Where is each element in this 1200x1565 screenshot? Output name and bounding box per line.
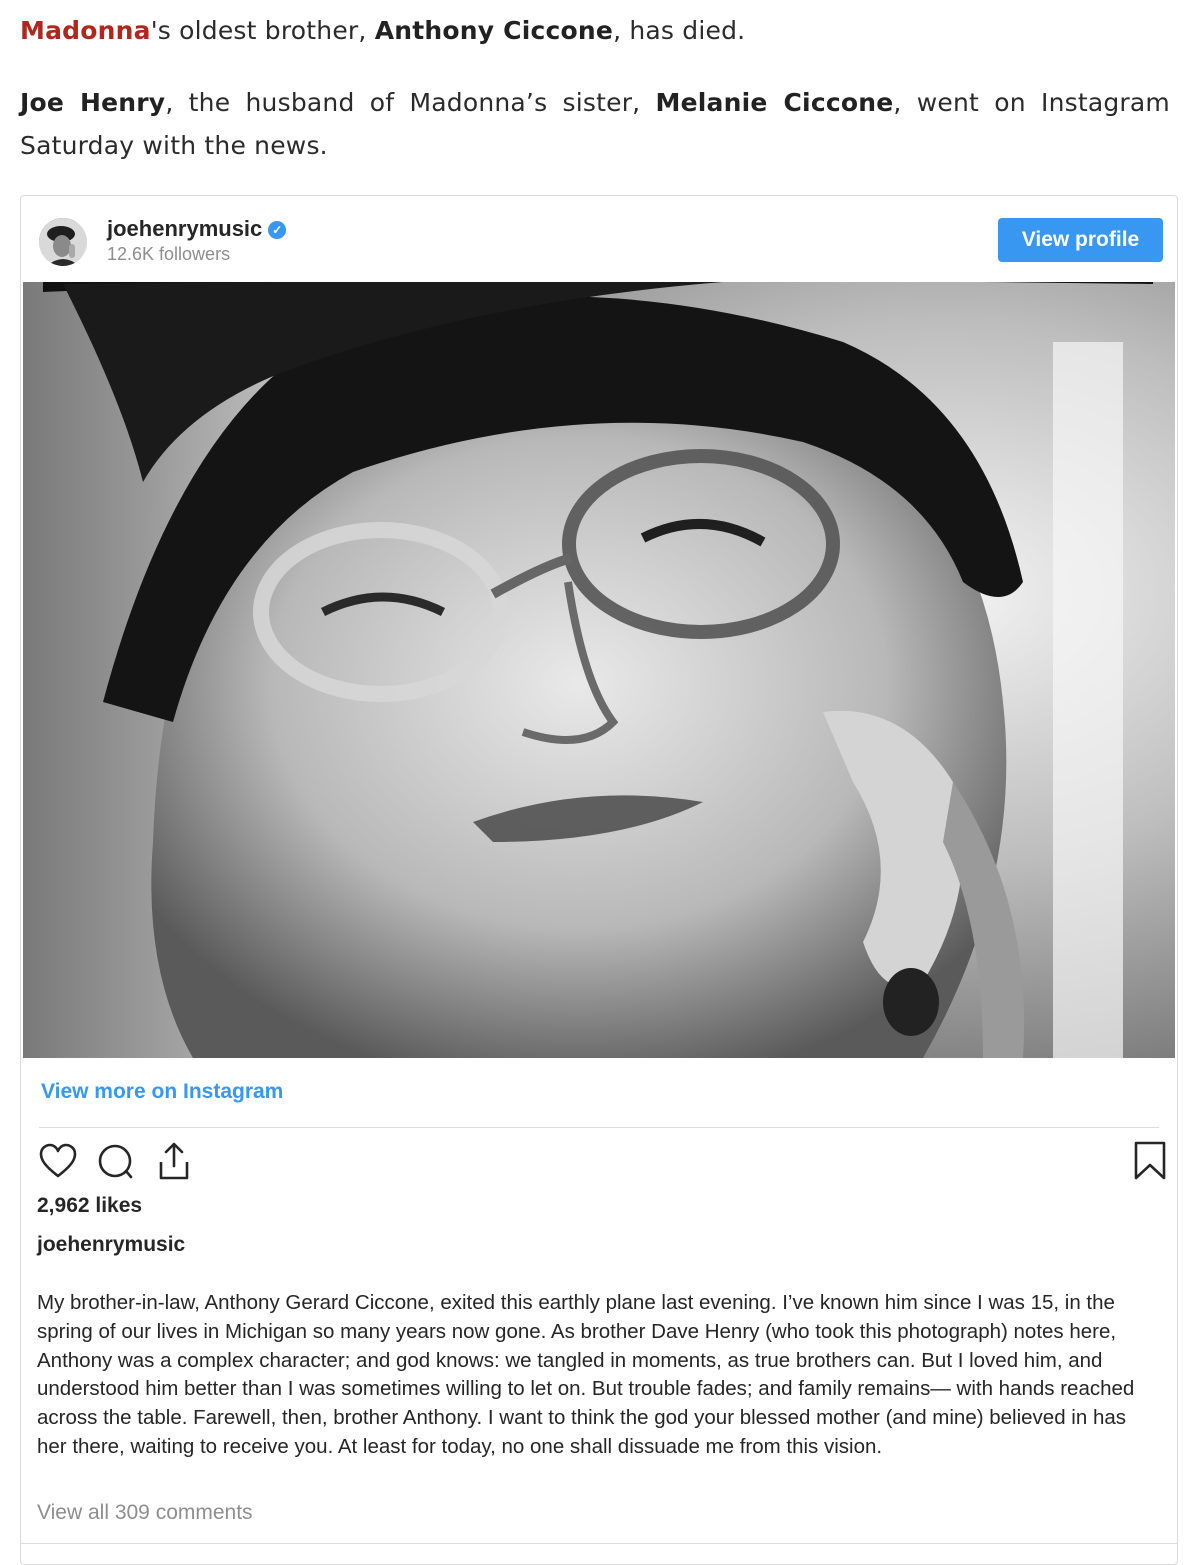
caption-username[interactable]: joehenrymusic <box>37 1233 185 1257</box>
bottom-divider <box>21 1543 1177 1544</box>
p1-bold-name: Anthony Ciccone <box>374 16 614 45</box>
like-count[interactable]: 2,962 likes <box>37 1194 142 1218</box>
username-text[interactable]: joehenrymusic <box>107 216 262 241</box>
view-more-link[interactable]: View more on Instagram <box>41 1080 283 1104</box>
post-photo[interactable] <box>23 282 1175 1058</box>
article-paragraph-1: Madonna's oldest brother, Anthony Ciccon… <box>20 9 1180 52</box>
madonna-link[interactable]: Madonna <box>20 16 151 45</box>
p2-bold-name-1: Joe Henry <box>20 88 166 117</box>
view-comments-link[interactable]: View all 309 comments <box>37 1501 253 1525</box>
post-caption: My brother-in-law, Anthony Gerard Ciccon… <box>37 1291 1135 1458</box>
heart-icon[interactable] <box>37 1140 79 1182</box>
divider <box>39 1127 1159 1128</box>
share-icon[interactable] <box>153 1140 195 1182</box>
embed-username[interactable]: joehenrymusic ✓ <box>107 216 287 242</box>
instagram-embed: joehenrymusic ✓ 12.6K followers View prof… <box>20 195 1178 1565</box>
p2-text-1: , the husband of Madonna’s sister, <box>165 88 656 117</box>
post-actions <box>37 1140 1166 1184</box>
comment-icon[interactable] <box>95 1140 137 1182</box>
p1-text-1: 's oldest brother, <box>150 16 375 45</box>
p1-text-2: , has died. <box>613 16 746 45</box>
view-profile-button[interactable]: View profile <box>998 218 1163 262</box>
bookmark-icon[interactable] <box>1129 1140 1171 1182</box>
p2-bold-name-2: Melanie Ciccone <box>655 88 894 117</box>
verified-badge-icon: ✓ <box>268 221 287 239</box>
embed-header: joehenrymusic ✓ 12.6K followers View prof… <box>21 196 1177 282</box>
article-paragraph-2: Joe Henry, the husband of Madonna’s sist… <box>20 81 1170 167</box>
avatar[interactable] <box>39 218 87 266</box>
follower-count: 12.6K followers <box>107 244 231 264</box>
